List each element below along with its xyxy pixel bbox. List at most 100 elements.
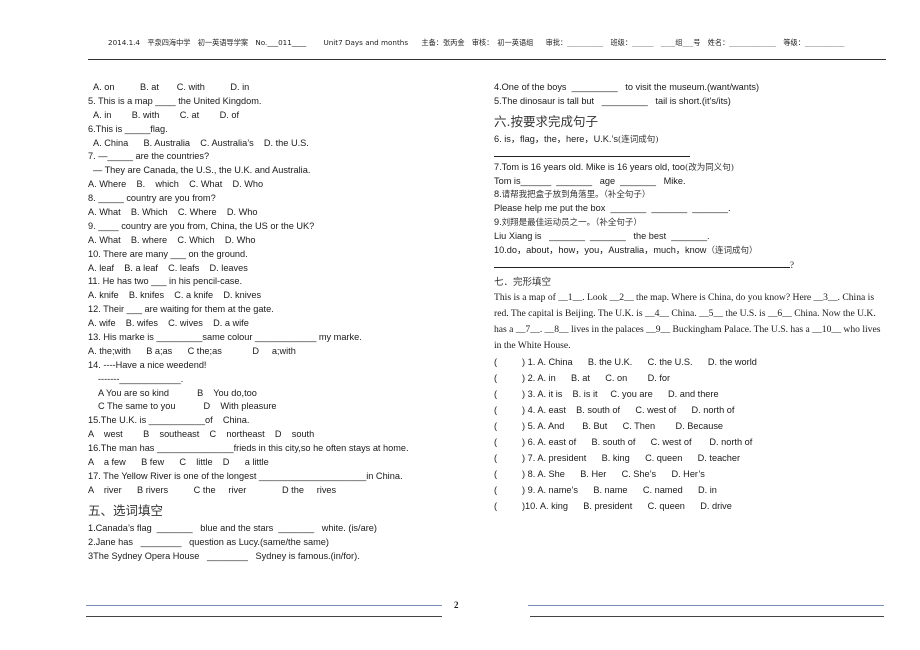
left-column: A. on B. at C. with D. in 5. This is a ma… (88, 81, 448, 563)
question-6-text: 6. is，flag，the，here，U.K.’s (494, 133, 618, 144)
multiple-choice-questions: A. on B. at C. with D. in 5. This is a ma… (88, 81, 448, 498)
header-school: 平泉四海中学 (147, 38, 191, 47)
question-8: 8.请帮我把盒子放到角落里。（补全句子） (494, 188, 894, 202)
question-9-text: 刘翔是最佳运动员之一。（补全句子） (501, 218, 642, 229)
answer-bracket[interactable]: ( (494, 402, 522, 418)
cloze-option-row: () 6. A. east of B. south of C. west of … (494, 434, 894, 450)
header-reviewed: 审核： 初一英语组 (472, 38, 539, 47)
header-grade: 等级：___________ (783, 38, 845, 47)
cloze-option-text: ) 2. A. in B. at C. on D. for (522, 372, 671, 383)
question-7-hint: (改为同义句) (684, 162, 735, 173)
cloze-option-text: ) 1. A. China B. the U.K. C. the U.S. D.… (522, 356, 757, 367)
question-9-answer[interactable]: Liu Xiang is _______ _______ the best __… (494, 230, 894, 244)
answer-bracket[interactable]: ( (494, 386, 522, 402)
cloze-option-row: () 7. A. president B. king C. queen D. t… (494, 450, 894, 466)
question-line: 8. _____ country are you from? (88, 193, 216, 204)
question-line: 13. His marke is _________same colour __… (88, 332, 362, 343)
header-no-label: No. (255, 38, 268, 47)
cloze-option-text: ) 6. A. east of B. south of C. west of D… (522, 436, 753, 447)
cloze-option-row: () 4. A. east B. south of C. west of D. … (494, 402, 894, 418)
question-line: A. What B. Which C. Where D. Who (88, 207, 258, 218)
question-line: 10. There are many ___ on the ground. (88, 248, 248, 259)
section-6-title: 六.按要求完成句子 (494, 113, 598, 129)
header-no: No.___011____ (255, 38, 306, 47)
question-10-text: 10.do，about，how，you，Australia，much，know (494, 245, 707, 256)
cloze-option-text: ) 8. A. She B. Her C. She’s D. Her’s (522, 468, 705, 479)
cloze-passage: This is a map of __1__. Look __2__ the m… (494, 291, 881, 351)
question-line: — They are Canada, the U.S., the U.K. an… (93, 165, 311, 176)
question-line: A west B southeast C northeast D south (88, 429, 315, 440)
fill-blank-question: 1.Canada’s flag _______ blue and the sta… (88, 522, 377, 533)
section-5-questions-continued: 4.One of the boys _________ to visit the… (494, 81, 894, 109)
question-10: 10.do，about，how，you，Australia，much，know（… (494, 244, 894, 258)
header-name: 姓名：_____________ (707, 38, 777, 47)
answer-bracket[interactable]: ( (494, 370, 522, 386)
section-5-title: 五、选词填空 (88, 502, 164, 518)
question-line: 14. ----Have a nice weedend! (88, 359, 207, 370)
footer-rule-right-bottom (530, 616, 884, 617)
answer-bracket[interactable]: ( (494, 450, 522, 466)
answer-bracket[interactable]: ( (494, 418, 522, 434)
question-10-hint: （连词成句） (706, 246, 758, 257)
question-10-end-mark: ? (790, 259, 794, 270)
cloze-option-text: ) 5. A. And B. But C. Then D. Because (522, 420, 724, 431)
question-line: C The same to you D With pleasure (98, 401, 277, 412)
answer-bracket[interactable]: ( (494, 482, 522, 498)
cloze-option-text: )10. A. king B. president C. queen D. dr… (522, 500, 732, 511)
question-line: 15.The U.K. is ___________of China. (88, 415, 250, 426)
question-7: 7.Tom is 16 years old. Mike is 16 years … (494, 161, 894, 175)
fill-blank-question: 2.Jane has ________ question as Lucy.(sa… (88, 536, 329, 547)
header-group: ____组___号 (660, 38, 701, 47)
question-line: A river B rivers C the river D the rives (88, 484, 337, 495)
question-line: A. the;with B a;as C the;as D a;with (88, 345, 296, 356)
footer-rule-left-top (86, 605, 442, 606)
question-8-number: 8. (494, 189, 502, 200)
question-line: A a few B few C little D a little (88, 457, 269, 468)
question-6-hint: (连词成句) (617, 134, 659, 145)
header-prepared-by: 主备：张丙金 (421, 38, 465, 47)
footer-rule-left-bottom (86, 616, 442, 617)
question-line: 16.The man has _______________frieds in … (88, 443, 409, 454)
question-9: 9.刘翔是最佳运动员之一。（补全句子） (494, 216, 894, 230)
question-line: -------____________. (98, 373, 184, 384)
section-7-title: 七．完形填空 (494, 276, 552, 288)
answer-bracket[interactable]: ( (494, 498, 522, 514)
question-6-answer-line[interactable] (494, 147, 690, 157)
question-line: A. knife B. knifes C. a knife D. knives (88, 290, 262, 301)
question-line: A. in B. with C. at D. of (93, 109, 240, 120)
cloze-option-row: ()10. A. king B. president C. queen D. d… (494, 498, 894, 514)
page-number: 2 (454, 600, 459, 610)
question-line: A You are so kind B You do,too (98, 387, 257, 398)
header-reviewed-label: 审核： (471, 38, 494, 47)
cloze-option-text: ) 7. A. president B. king C. queen D. te… (522, 452, 741, 463)
question-8-answer[interactable]: Please help me put the box _______ _____… (494, 202, 894, 216)
header-doc-type: 初一英语导学案 (197, 38, 249, 47)
question-line: 9. ____ country are you from, China, the… (88, 220, 315, 231)
cloze-options: () 1. A. China B. the U.K. C. the U.S. D… (494, 354, 894, 514)
fill-blank-question: 3The Sydney Opera House ________ Sydney … (88, 550, 360, 561)
question-10-answer-line[interactable] (494, 258, 790, 268)
question-7-answer[interactable]: Tom is______ _______ age _______ Mike. (494, 175, 894, 189)
answer-bracket[interactable]: ( (494, 354, 522, 370)
question-line: 17. The Yellow River is one of the longe… (88, 470, 403, 481)
question-7-text: 7.Tom is 16 years old. Mike is 16 years … (494, 161, 685, 172)
question-6: 6. is，flag，the，here，U.K.’s(连词成句) (494, 133, 894, 147)
question-line: A. wife B. wifes C. wives D. a wife (88, 318, 249, 329)
fill-blank-question: 4.One of the boys _________ to visit the… (494, 82, 760, 92)
right-column: 4.One of the boys _________ to visit the… (494, 81, 894, 514)
question-8-text: 请帮我把盒子放到角落里。（补全句子） (501, 190, 651, 201)
cloze-option-row: () 2. A. in B. at C. on D. for (494, 370, 894, 386)
cloze-option-row: () 5. A. And B. But C. Then D. Because (494, 418, 894, 434)
question-line: 7. —_____ are the countries? (88, 151, 210, 162)
header-approved: 审批：__________ (545, 38, 604, 47)
answer-bracket[interactable]: ( (494, 466, 522, 482)
question-line: 11. He has two ___ in his pencil-case. (88, 276, 243, 287)
question-10-answer[interactable]: ? (494, 258, 894, 272)
cloze-option-row: () 9. A. name’s B. name C. named D. in (494, 482, 894, 498)
header-no-value: ___011____ (267, 38, 307, 47)
header-date: 2014.1.4 (108, 38, 141, 47)
question-line: A. on B. at C. with D. in (93, 82, 250, 92)
question-line: 6.This is _____flag. (88, 123, 168, 134)
cloze-option-text: ) 4. A. east B. south of C. west of D. n… (522, 404, 735, 415)
answer-bracket[interactable]: ( (494, 434, 522, 450)
